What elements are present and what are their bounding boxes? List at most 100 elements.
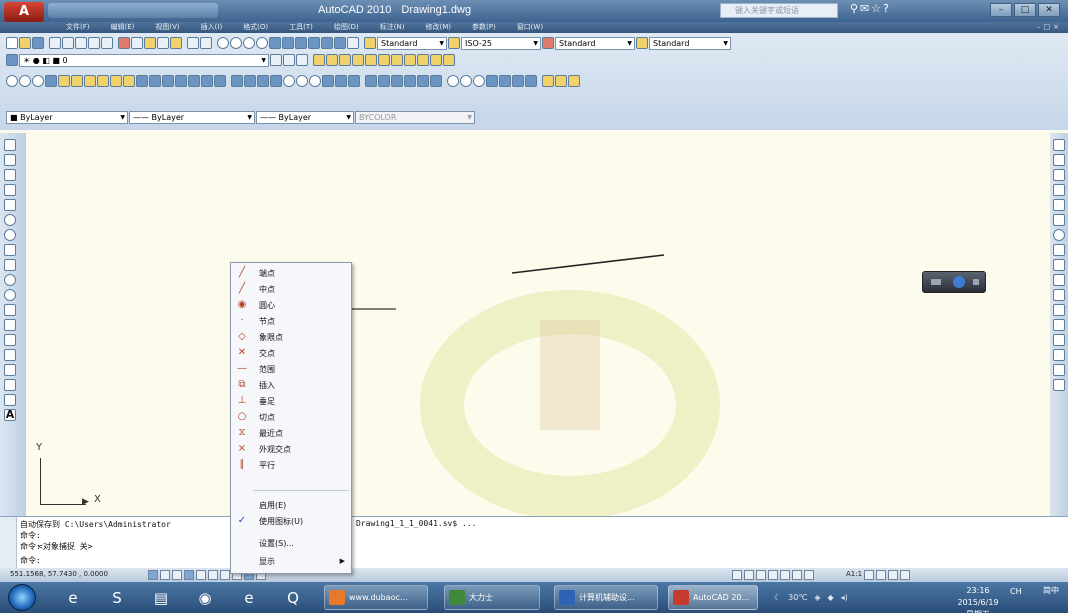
pan-icon[interactable]	[217, 37, 229, 49]
dim-linear-icon[interactable]	[313, 54, 325, 66]
menu-item-parallel[interactable]: ∥ 平行	[231, 457, 351, 473]
menu-item-perpendicular[interactable]: ⊥ 垂足	[231, 393, 351, 409]
menu-item-enable[interactable]: 启用(E)	[231, 497, 351, 513]
multiline-text-icon[interactable]: A	[4, 409, 16, 421]
file-explorer-icon[interactable]: ▤	[144, 585, 178, 610]
layer-previous-icon[interactable]	[283, 54, 295, 66]
trim-icon[interactable]	[1053, 274, 1065, 286]
join-icon[interactable]	[1053, 334, 1065, 346]
design-center-icon[interactable]	[282, 37, 294, 49]
taskbar-app-word[interactable]: 计算机辅助设...	[554, 585, 658, 610]
zoom-previous-icon[interactable]	[256, 37, 268, 49]
line-icon[interactable]	[4, 139, 16, 151]
lights-icon[interactable]	[512, 75, 524, 87]
taskbar-app-ludashi[interactable]: 大力士	[444, 585, 540, 610]
revision-cloud-icon[interactable]	[4, 244, 16, 256]
revolve-icon[interactable]	[348, 75, 360, 87]
snap-toggle[interactable]	[148, 570, 158, 580]
menu-item-midpoint[interactable]: ╱ 中点	[231, 281, 351, 297]
text-style-select[interactable]: Standard ▼	[377, 36, 447, 50]
quick-access-toolbar[interactable]	[48, 3, 218, 18]
paste-icon[interactable]	[144, 37, 156, 49]
annotation-visibility-button[interactable]	[864, 570, 875, 580]
dim-arc-icon[interactable]	[339, 54, 351, 66]
scale-icon[interactable]	[1053, 244, 1065, 256]
break-icon[interactable]	[1053, 319, 1065, 331]
continuous-orbit-icon[interactable]	[473, 75, 485, 87]
hatch-icon[interactable]	[4, 349, 16, 361]
menu-modify[interactable]: 修改(M)	[425, 22, 451, 33]
showmotion-button[interactable]	[804, 570, 814, 580]
mleader-style-select[interactable]: Standard ▼	[649, 36, 731, 50]
menu-item-intersection[interactable]: ✕ 交点	[231, 345, 351, 361]
ucs-icon[interactable]	[149, 75, 161, 87]
save-icon[interactable]	[32, 37, 44, 49]
polar-toggle[interactable]	[184, 570, 194, 580]
redo-icon[interactable]	[200, 37, 212, 49]
quick-view-drawings-button[interactable]	[756, 570, 766, 580]
menu-view[interactable]: 视图(V)	[155, 22, 179, 33]
app-menu-button[interactable]: A	[4, 2, 44, 22]
rectangle-icon[interactable]	[4, 199, 16, 211]
pyramid-icon[interactable]	[270, 75, 282, 87]
ie-icon[interactable]: e	[56, 585, 90, 610]
ucs-object-icon[interactable]	[201, 75, 213, 87]
dim-ordinate-icon[interactable]	[352, 54, 364, 66]
qq-icon[interactable]: Q	[276, 585, 310, 610]
fly-icon[interactable]	[555, 75, 567, 87]
network-icon[interactable]: ◈	[814, 593, 820, 602]
coordinates-readout[interactable]: 551.1568, 57.7430 , 0.0000	[10, 570, 108, 578]
layer-properties-icon[interactable]	[6, 54, 18, 66]
layer-select[interactable]: ☀ ● ◧ ■ 0 ▼	[19, 53, 269, 67]
camera-icon[interactable]	[136, 75, 148, 87]
weather-temperature[interactable]: 30℃	[788, 593, 807, 602]
polygon-icon[interactable]	[4, 184, 16, 196]
chamfer-icon[interactable]	[1053, 349, 1065, 361]
weather-icon[interactable]: ☾	[774, 593, 781, 602]
menu-edit[interactable]: 编辑(E)	[111, 22, 135, 33]
navigation-bar[interactable]	[922, 271, 986, 293]
mleader-style-icon[interactable]	[636, 37, 648, 49]
model-space-button[interactable]	[732, 570, 742, 580]
document-window-controls[interactable]: –□×	[1037, 22, 1062, 33]
security-icon[interactable]: ◆	[828, 593, 834, 602]
menu-item-insertion[interactable]: ⧉ 插入	[231, 377, 351, 393]
menu-parametric[interactable]: 参数(P)	[472, 22, 496, 33]
orbit-icon[interactable]	[447, 75, 459, 87]
array-icon[interactable]	[1053, 199, 1065, 211]
input-language[interactable]: CH	[1010, 587, 1022, 596]
help-icon[interactable]	[347, 37, 359, 49]
make-block-icon[interactable]	[4, 319, 16, 331]
start-button[interactable]	[8, 584, 36, 611]
volume-icon[interactable]: ◂)	[841, 593, 848, 602]
command-input[interactable]: 命令:	[20, 555, 41, 566]
menu-window[interactable]: 窗口(W)	[517, 22, 543, 33]
mirror-icon[interactable]	[1053, 169, 1065, 181]
ducs-toggle[interactable]	[220, 570, 230, 580]
cut-icon[interactable]	[118, 37, 130, 49]
quick-dim-icon[interactable]	[417, 54, 429, 66]
menu-item-center[interactable]: ◉ 圆心	[231, 297, 351, 313]
dim-radius-icon[interactable]	[365, 54, 377, 66]
markup-icon[interactable]	[321, 37, 333, 49]
swivel-icon[interactable]	[568, 75, 580, 87]
menu-item-apparent-intersection[interactable]: ⨯ 外观交点	[231, 441, 351, 457]
menu-insert[interactable]: 插入(I)	[201, 22, 223, 33]
free-orbit-icon[interactable]	[460, 75, 472, 87]
ellipse-arc-icon[interactable]	[4, 289, 16, 301]
layer-isolate-icon[interactable]	[296, 54, 308, 66]
drawn-line[interactable]	[511, 254, 665, 274]
extend-icon[interactable]	[1053, 289, 1065, 301]
sheet-set-icon[interactable]	[101, 37, 113, 49]
tool-palettes-icon[interactable]	[295, 37, 307, 49]
view-left-icon[interactable]	[32, 75, 44, 87]
view-back-icon[interactable]	[71, 75, 83, 87]
zoom-window-icon[interactable]	[243, 37, 255, 49]
menu-file[interactable]: 文件(F)	[66, 22, 90, 33]
taskbar-app-browser[interactable]: www.dubaoc...	[324, 585, 428, 610]
nav-wheel-icon[interactable]	[953, 276, 965, 288]
undo-icon[interactable]	[187, 37, 199, 49]
fillet-icon[interactable]	[1053, 364, 1065, 376]
menu-draw[interactable]: 绘图(D)	[334, 22, 359, 33]
table-style-icon[interactable]	[542, 37, 554, 49]
